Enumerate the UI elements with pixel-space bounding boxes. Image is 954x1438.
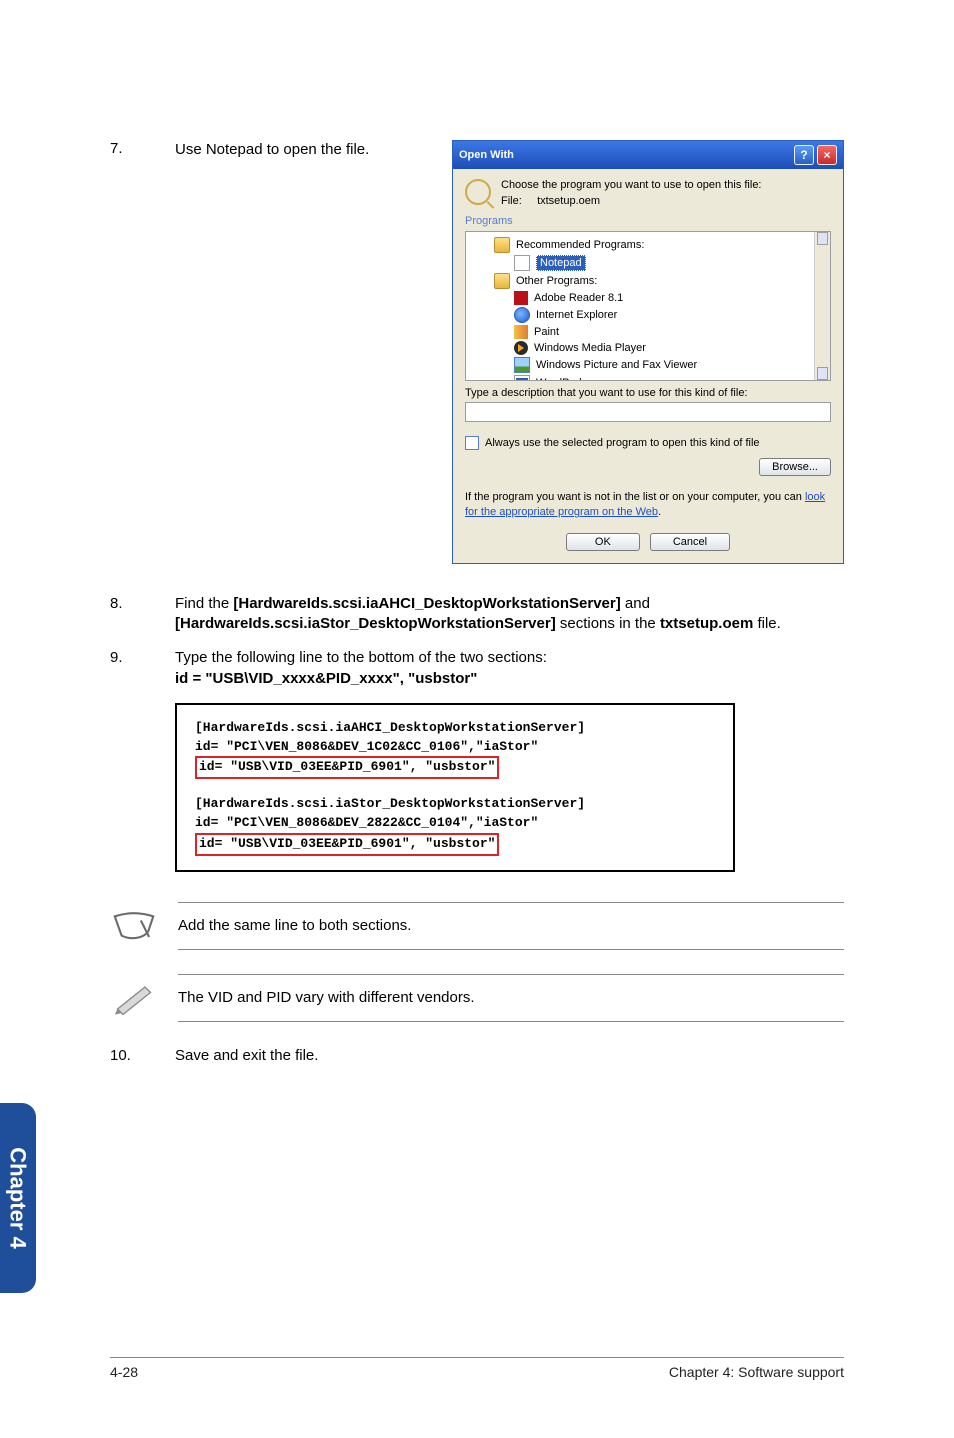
code-line-highlighted: id= "USB\VID_03EE&PID_6901", "usbstor": [195, 756, 499, 779]
list-item-label: Windows Media Player: [534, 342, 646, 354]
dialog-title-bar: Open With ? ×: [453, 141, 843, 169]
footer-page-number: 4-28: [110, 1364, 138, 1380]
list-item[interactable]: WordPad: [466, 374, 830, 381]
document-page: 7. Use Notepad to open the file. Open Wi…: [0, 0, 954, 1438]
list-item[interactable]: Windows Media Player: [466, 340, 830, 356]
page-footer: 4-28 Chapter 4: Software support: [110, 1357, 844, 1380]
list-item-label: WordPad: [536, 377, 582, 381]
list-item[interactable]: Adobe Reader 8.1: [466, 290, 830, 306]
checkbox-icon[interactable]: [465, 436, 479, 450]
notepad-icon: [514, 255, 530, 271]
note-2-text: The VID and PID vary with different vend…: [178, 975, 475, 1020]
text-fragment: .: [658, 506, 661, 518]
text-fragment: and: [621, 595, 650, 612]
code-box: [HardwareIds.scsi.iaAHCI_DesktopWorkstat…: [175, 703, 735, 872]
list-item-label: Adobe Reader 8.1: [534, 292, 623, 304]
magnifier-icon: [465, 179, 491, 205]
dialog-body: Choose the program you want to use to op…: [453, 169, 843, 563]
picture-viewer-icon: [514, 357, 530, 373]
text-fragment: If the program you want is not in the li…: [465, 491, 805, 503]
group-recommended-label: Recommended Programs:: [516, 239, 644, 251]
description-label: Type a description that you want to use …: [465, 387, 831, 399]
programs-label: Programs: [465, 215, 831, 227]
step-8-number: 8.: [110, 594, 145, 635]
group-recommended: Recommended Programs:: [466, 236, 830, 254]
choose-program-text: Choose the program you want to use to op…: [501, 179, 762, 191]
note-icon: [110, 906, 158, 946]
help-icon[interactable]: ?: [794, 145, 814, 165]
always-use-label: Always use the selected program to open …: [485, 437, 760, 449]
code-line: [HardwareIds.scsi.iaAHCI_DesktopWorkstat…: [195, 719, 715, 738]
text-fragment: [HardwareIds.scsi.iaAHCI_DesktopWorkstat…: [233, 595, 620, 612]
note-1-text: Add the same line to both sections.: [178, 903, 411, 948]
list-item[interactable]: Internet Explorer: [466, 306, 830, 324]
text-fragment: txtsetup.oem: [660, 615, 753, 632]
code-line: id= "PCI\VEN_8086&DEV_2822&CC_0104","iaS…: [195, 814, 715, 833]
list-item-label: Windows Picture and Fax Viewer: [536, 359, 697, 371]
text-fragment: sections in the: [556, 615, 660, 632]
step-7-row: 7. Use Notepad to open the file. Open Wi…: [110, 140, 844, 564]
code-line-highlighted: id= "USB\VID_03EE&PID_6901", "usbstor": [195, 833, 499, 856]
list-item[interactable]: Paint: [466, 324, 830, 340]
text-fragment: [HardwareIds.scsi.iaStor_DesktopWorkstat…: [175, 615, 556, 632]
step-9-number: 9.: [110, 648, 145, 689]
step-9: 9. Type the following line to the bottom…: [110, 648, 844, 689]
pencil-icon: [110, 978, 158, 1018]
text-fragment: file.: [753, 615, 781, 632]
always-use-row[interactable]: Always use the selected program to open …: [465, 436, 831, 450]
folder-icon: [494, 273, 510, 289]
browse-button[interactable]: Browse...: [759, 458, 831, 476]
step-10: 10. Save and exit the file.: [110, 1046, 844, 1066]
group-other: Other Programs:: [466, 272, 830, 290]
step-7-number: 7.: [110, 140, 145, 157]
code-line: [HardwareIds.scsi.iaStor_DesktopWorkstat…: [195, 795, 715, 814]
code-line: id= "PCI\VEN_8086&DEV_1C02&CC_0106","iaS…: [195, 738, 715, 757]
file-label: File:: [501, 195, 522, 207]
scrollbar[interactable]: [814, 232, 830, 380]
programs-listbox[interactable]: Recommended Programs: Notepad Other Prog…: [465, 231, 831, 381]
text-fragment: Find the: [175, 595, 233, 612]
cancel-button[interactable]: Cancel: [650, 533, 730, 551]
group-other-label: Other Programs:: [516, 275, 597, 287]
step-9-text: Type the following line to the bottom of…: [175, 648, 844, 689]
note-1: Add the same line to both sections.: [110, 902, 844, 950]
folder-icon: [494, 237, 510, 253]
step-10-number: 10.: [110, 1046, 145, 1066]
step-10-text: Save and exit the file.: [175, 1046, 844, 1066]
sidebar-label: Chapter 4: [5, 1147, 31, 1248]
ok-button[interactable]: OK: [566, 533, 640, 551]
open-with-dialog: Open With ? × Choose the program you wan…: [452, 140, 844, 564]
file-name: txtsetup.oem: [537, 195, 600, 207]
list-item[interactable]: Windows Picture and Fax Viewer: [466, 356, 830, 374]
list-item-label: Internet Explorer: [536, 309, 617, 321]
close-icon[interactable]: ×: [817, 145, 837, 165]
paint-icon: [514, 325, 528, 339]
step-8-text: Find the [HardwareIds.scsi.iaAHCI_Deskto…: [175, 594, 844, 635]
chapter-sidebar-tab: Chapter 4: [0, 1103, 36, 1293]
adobe-icon: [514, 291, 528, 305]
note-2: The VID and PID vary with different vend…: [110, 974, 844, 1022]
list-item-label: Paint: [534, 326, 559, 338]
step-7-text: Use Notepad to open the file.: [175, 140, 422, 160]
dialog-title: Open With: [459, 149, 514, 161]
wmp-icon: [514, 341, 528, 355]
web-lookup-text: If the program you want is not in the li…: [465, 490, 831, 521]
step-8: 8. Find the [HardwareIds.scsi.iaAHCI_Des…: [110, 594, 844, 635]
text-fragment: id = "USB\VID_xxxx&PID_xxxx", "usbstor": [175, 670, 477, 687]
wordpad-icon: [514, 375, 530, 381]
list-item-label: Notepad: [536, 255, 586, 271]
description-input[interactable]: [465, 402, 831, 422]
footer-chapter-title: Chapter 4: Software support: [669, 1364, 844, 1380]
ie-icon: [514, 307, 530, 323]
list-item-notepad[interactable]: Notepad: [466, 254, 830, 272]
text-fragment: Type the following line to the bottom of…: [175, 649, 547, 666]
file-line: File: txtsetup.oem: [501, 195, 762, 207]
